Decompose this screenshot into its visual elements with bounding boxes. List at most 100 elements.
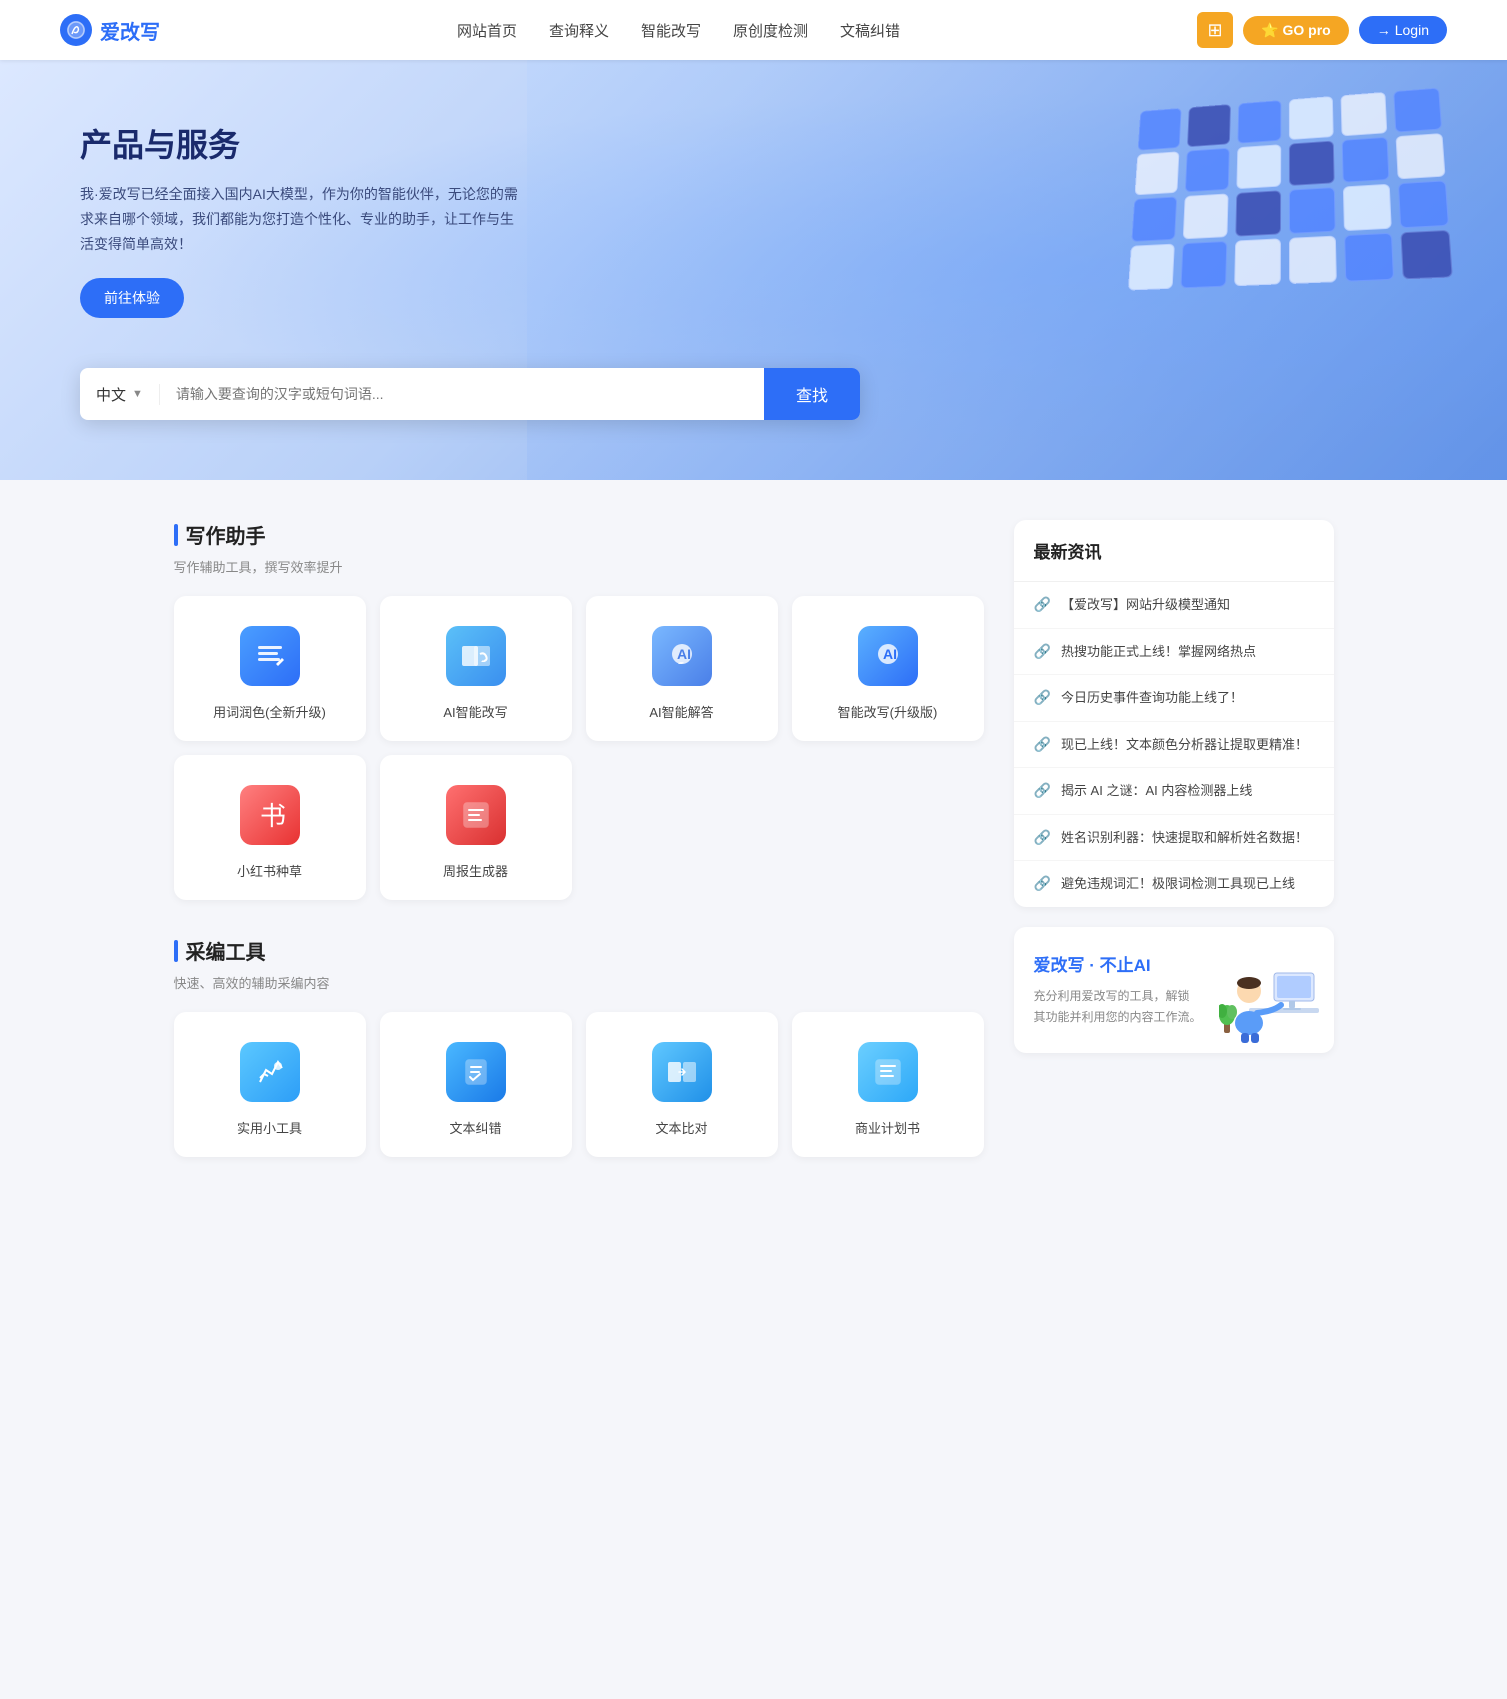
news-text: 【爱改写】网站升级模型通知: [1061, 595, 1230, 615]
promo-panel: 爱改写 · 不止AI 充分利用爱改写的工具，解锁其功能并利用您的内容工作流。: [1014, 927, 1334, 1053]
promo-description: 充分利用爱改写的工具，解锁其功能并利用您的内容工作流。: [1034, 986, 1214, 1029]
news-header: 最新资讯: [1014, 520, 1334, 582]
news-text: 避免违规词汇！极限词检测工具现已上线: [1061, 874, 1295, 894]
tool-card-xiaohongshu[interactable]: 书 小红书种草: [174, 755, 366, 900]
news-text: 姓名识别利器：快速提取和解析姓名数据！: [1061, 828, 1308, 848]
chevron-down-icon: ▼: [132, 388, 143, 400]
cube: [1185, 148, 1230, 193]
hero-description: 我·爱改写已经全面接入国内AI大模型，作为你的智能伙伴，无论您的需求来自哪个领域…: [80, 182, 520, 258]
search-button[interactable]: 查找: [764, 368, 860, 420]
link-icon: 🔗: [1034, 736, 1051, 753]
link-icon: 🔗: [1034, 643, 1051, 660]
search-input[interactable]: [160, 372, 764, 416]
news-item-3[interactable]: 🔗 现已上线！文本颜色分析器让提取更精准！: [1014, 722, 1334, 769]
nav-query[interactable]: 查询释义: [549, 20, 609, 41]
tool-icon-ai-answer: AI: [650, 624, 714, 688]
star-icon: ⭐: [1261, 22, 1278, 39]
writing-section-title: 写作助手: [174, 520, 984, 549]
tool-icon-business: [856, 1040, 920, 1104]
news-item-0[interactable]: 🔗 【爱改写】网站升级模型通知: [1014, 582, 1334, 629]
tool-icon-compare: [650, 1040, 714, 1104]
cube: [1289, 236, 1337, 284]
cube: [1131, 196, 1177, 241]
tool-label: 周报生成器: [443, 861, 508, 880]
nav-actions: ⊞ ⭐ GO pro → Login: [1197, 12, 1447, 48]
news-text: 热搜功能正式上线！掌握网络热点: [1061, 642, 1256, 662]
login-button[interactable]: → Login: [1359, 16, 1447, 44]
tool-label: 文本比对: [655, 1118, 707, 1137]
news-item-1[interactable]: 🔗 热搜功能正式上线！掌握网络热点: [1014, 629, 1334, 676]
title-bar-decoration: [174, 524, 178, 546]
link-icon: 🔗: [1034, 829, 1051, 846]
cube: [1183, 193, 1229, 239]
cube: [1393, 88, 1442, 133]
cube: [1138, 108, 1182, 151]
cube: [1237, 100, 1281, 144]
cabian-section: 采编工具 快速、高效的辅助采编内容 实用小工: [174, 936, 984, 1157]
tool-icon-weekly: [444, 783, 508, 847]
news-text: 今日历史事件查询功能上线了！: [1061, 688, 1243, 708]
cube: [1187, 104, 1231, 147]
tool-card-tools[interactable]: 实用小工具: [174, 1012, 366, 1157]
nav-rewrite[interactable]: 智能改写: [641, 20, 701, 41]
tool-card-business[interactable]: 商业计划书: [792, 1012, 984, 1157]
logo-icon: [60, 14, 92, 46]
news-text: 揭示 AI 之谜：AI 内容检测器上线: [1061, 781, 1252, 801]
svg-text:书: 书: [260, 801, 286, 831]
cabian-section-title: 采编工具: [174, 936, 984, 965]
tool-label: 用词润色(全新升级): [213, 702, 326, 721]
tool-card-weekly[interactable]: 周报生成器: [380, 755, 572, 900]
tool-icon-writing: [238, 624, 302, 688]
cube: [1128, 244, 1175, 291]
title-bar-decoration: [174, 940, 178, 962]
site-logo[interactable]: 爱改写: [60, 14, 160, 46]
language-label: 中文: [96, 384, 126, 405]
search-bar: 中文 ▼ 查找: [80, 368, 860, 420]
login-icon: →: [1377, 22, 1391, 38]
news-item-2[interactable]: 🔗 今日历史事件查询功能上线了！: [1014, 675, 1334, 722]
cube: [1343, 184, 1392, 231]
cube: [1398, 180, 1449, 228]
left-column: 写作助手 写作辅助工具，撰写效率提升: [174, 520, 984, 1157]
grid-icon: ⊞: [1208, 20, 1223, 41]
cube: [1289, 141, 1335, 186]
tool-card-smart-rewrite[interactable]: AI 智能改写(升级版): [792, 596, 984, 741]
news-text: 现已上线！文本颜色分析器让提取更精准！: [1061, 735, 1308, 755]
tool-card-ai-rewrite[interactable]: AI智能改写: [380, 596, 572, 741]
tool-card-compare[interactable]: 文本比对: [586, 1012, 778, 1157]
cube: [1289, 96, 1334, 140]
cabian-tools-grid: 实用小工具 文本纠错: [174, 1012, 984, 1157]
search-language-selector[interactable]: 中文 ▼: [80, 384, 160, 405]
cube: [1342, 137, 1390, 183]
tool-label: 智能改写(升级版): [838, 702, 938, 721]
nav-originality[interactable]: 原创度检测: [733, 20, 808, 41]
tool-label: 文本纠错: [449, 1118, 501, 1137]
tool-card-ai-answer[interactable]: AI AI智能解答: [586, 596, 778, 741]
writing-tools-grid: 用词润色(全新升级) AI智能改: [174, 596, 984, 900]
tool-card-proofread[interactable]: 文本纠错: [380, 1012, 572, 1157]
go-pro-button[interactable]: ⭐ GO pro: [1243, 16, 1349, 45]
news-item-4[interactable]: 🔗 揭示 AI 之谜：AI 内容检测器上线: [1014, 768, 1334, 815]
tool-label: AI智能改写: [443, 702, 507, 721]
tool-icon-xiaohongshu: 书: [238, 783, 302, 847]
cube: [1396, 133, 1446, 179]
promo-figure: [1214, 933, 1324, 1043]
nav-home[interactable]: 网站首页: [457, 20, 517, 41]
news-item-5[interactable]: 🔗 姓名识别利器：快速提取和解析姓名数据！: [1014, 815, 1334, 862]
news-item-6[interactable]: 🔗 避免违规词汇！极限词检测工具现已上线: [1014, 861, 1334, 907]
tool-icon-smart-rewrite: AI: [856, 624, 920, 688]
trial-button[interactable]: 前往体验: [80, 278, 184, 318]
nav-proofread[interactable]: 文稿纠错: [840, 20, 900, 41]
main-content: 写作助手 写作辅助工具，撰写效率提升: [154, 480, 1354, 1197]
cabian-section-subtitle: 快速、高效的辅助采编内容: [174, 973, 984, 992]
link-icon: 🔗: [1034, 875, 1051, 892]
cube: [1344, 233, 1394, 282]
cube: [1236, 144, 1281, 189]
hero-content: 产品与服务 我·爱改写已经全面接入国内AI大模型，作为你的智能伙伴，无论您的需求…: [0, 60, 600, 378]
news-panel: 最新资讯 🔗 【爱改写】网站升级模型通知 🔗 热搜功能正式上线！掌握网络热点 🔗…: [1014, 520, 1334, 907]
svg-text:AI: AI: [883, 646, 897, 662]
tool-card-writing[interactable]: 用词润色(全新升级): [174, 596, 366, 741]
link-icon: 🔗: [1034, 782, 1051, 799]
grid-button[interactable]: ⊞: [1197, 12, 1233, 48]
tool-label: 商业计划书: [855, 1118, 920, 1137]
